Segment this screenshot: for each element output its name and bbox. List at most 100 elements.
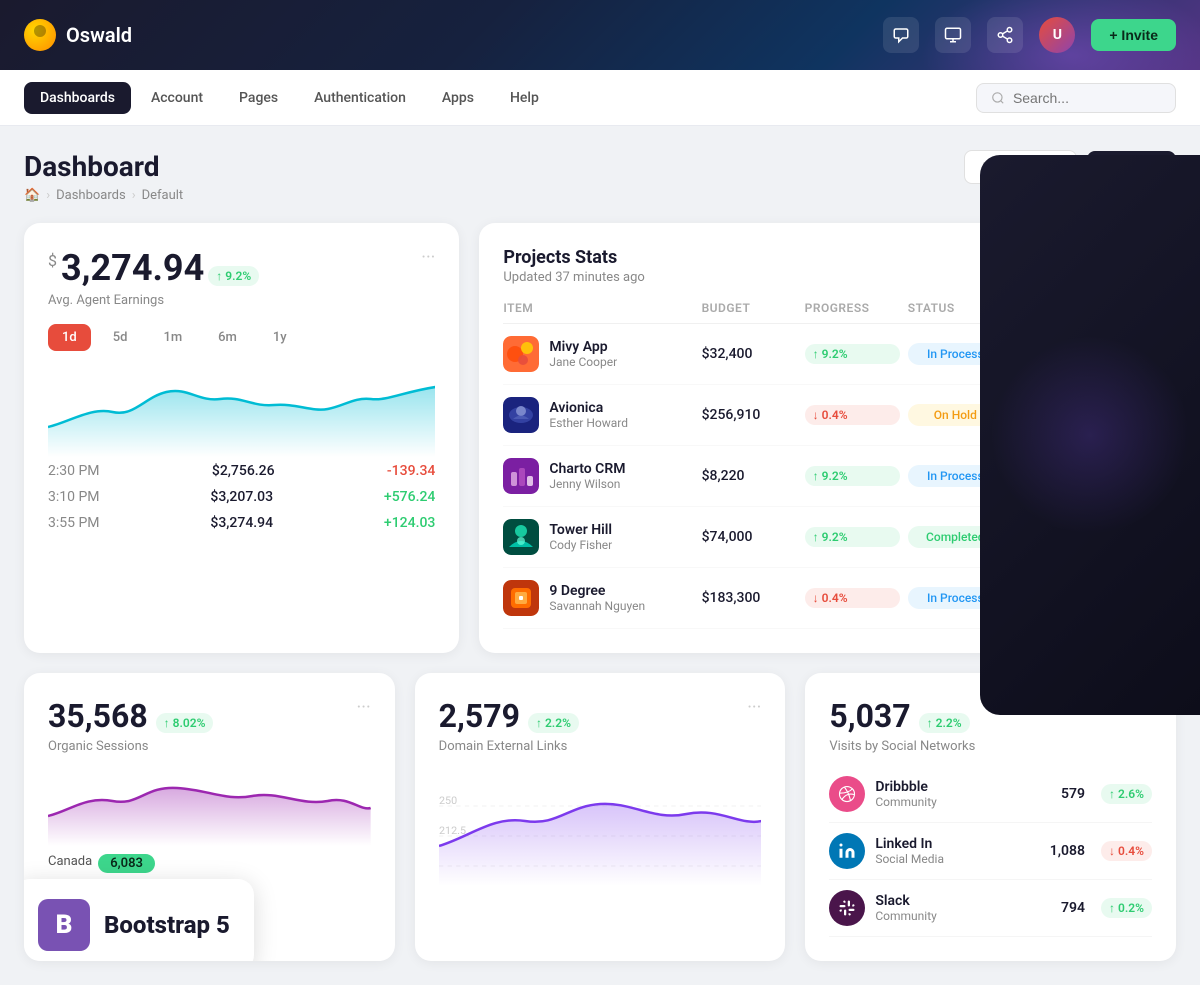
linkedin-info: Linked In Social Media — [875, 836, 944, 866]
slack-value: 794 — [1061, 900, 1085, 916]
project-icon-4 — [503, 580, 539, 616]
nav-pages[interactable]: Pages — [223, 82, 294, 114]
time-tab-1m[interactable]: 1m — [149, 324, 196, 351]
organic-sessions-header: 35,568 ↑ 8.02% ··· — [48, 697, 371, 735]
domain-links-value: 2,579 ↑ 2.2% — [439, 697, 579, 735]
project-info-1: Avionica Esther Howard — [503, 397, 693, 433]
social-item-linkedin: Linked In Social Media 1,088 ↓ 0.4% — [829, 823, 1152, 880]
user-avatar[interactable]: U — [1039, 17, 1075, 53]
row-value-0: $2,756.26 — [212, 463, 275, 479]
nav-account[interactable]: Account — [135, 82, 219, 114]
nav-icon-share[interactable] — [987, 17, 1023, 53]
search-box — [976, 83, 1176, 113]
bootstrap-text: Bootstrap 5 — [104, 911, 230, 939]
social-badge: ↑ 2.2% — [919, 713, 970, 733]
earnings-card: $ 3,274.94 ↑ 9.2% Avg. Agent Earnings ··… — [24, 223, 459, 653]
breadcrumb-default: Default — [142, 188, 184, 203]
time-tab-1d[interactable]: 1d — [48, 324, 91, 351]
nav-apps[interactable]: Apps — [426, 82, 490, 114]
earnings-amount: $ 3,274.94 ↑ 9.2% — [48, 247, 259, 289]
col-item: ITEM — [503, 301, 693, 315]
dribbble-value: 579 — [1061, 786, 1085, 802]
earnings-more-btn[interactable]: ··· — [421, 247, 435, 268]
breadcrumb: 🏠 › Dashboards › Default — [24, 188, 183, 203]
slack-badge: ↑ 0.2% — [1101, 898, 1152, 918]
project-names-1: Avionica Esther Howard — [549, 400, 628, 430]
project-info-4: 9 Degree Savannah Nguyen — [503, 580, 693, 616]
organic-sessions-label: Organic Sessions — [48, 739, 371, 754]
time-tab-1y[interactable]: 1y — [259, 324, 301, 351]
logo-area: Oswald — [24, 19, 132, 51]
time-tab-6m[interactable]: 6m — [204, 324, 251, 351]
project-names-2: Charto CRM Jenny Wilson — [549, 461, 625, 491]
svg-text:212.5: 212.5 — [439, 824, 466, 837]
projects-title-area: Projects Stats Updated 37 minutes ago — [503, 247, 644, 285]
organic-more-btn[interactable]: ··· — [357, 697, 371, 718]
organic-sessions-badge: ↑ 8.02% — [156, 713, 214, 733]
earnings-info: $ 3,274.94 ↑ 9.2% Avg. Agent Earnings — [48, 247, 259, 308]
row-change-2: +124.03 — [384, 515, 435, 531]
social-item-dribbble: Dribbble Community 579 ↑ 2.6% — [829, 766, 1152, 823]
project-icon-1 — [503, 397, 539, 433]
nav-icon-chat[interactable] — [883, 17, 919, 53]
nav-dashboards[interactable]: Dashboards — [24, 82, 131, 114]
bootstrap-overlay: B Bootstrap 5 — [24, 879, 254, 961]
bottom-cards-grid: 35,568 ↑ 8.02% ··· Organic Sessions — [24, 673, 1176, 961]
social-networks-value: 5,037 ↑ 2.2% — [829, 697, 969, 735]
earnings-chart — [48, 367, 435, 447]
dark-side-panel — [980, 155, 1200, 715]
currency-sign: $ — [48, 251, 57, 270]
row-time-0: 2:30 PM — [48, 463, 100, 479]
earnings-header: $ 3,274.94 ↑ 9.2% Avg. Agent Earnings ··… — [48, 247, 435, 308]
bootstrap-icon: B — [38, 899, 90, 951]
slack-info: Slack Community — [875, 893, 936, 923]
time-tab-5d[interactable]: 5d — [99, 324, 142, 351]
project-icon-3 — [503, 519, 539, 555]
logo-text: Oswald — [66, 23, 132, 47]
nav-help[interactable]: Help — [494, 82, 555, 114]
dribbble-icon — [829, 776, 865, 812]
data-row-2: 3:55 PM $3,274.94 +124.03 — [48, 515, 435, 531]
domain-links-header: 2,579 ↑ 2.2% ··· — [439, 697, 762, 735]
page-title-area: Dashboard 🏠 › Dashboards › Default — [24, 150, 183, 203]
social-networks-card: 5,037 ↑ 2.2% ··· Visits by Social Networ… — [805, 673, 1176, 961]
dribbble-info: Dribbble Community — [875, 779, 936, 809]
organic-sessions-value: 35,568 ↑ 8.02% — [48, 697, 213, 735]
nav-icon-monitor[interactable] — [935, 17, 971, 53]
breadcrumb-dashboards[interactable]: Dashboards — [56, 188, 126, 203]
nav-authentication[interactable]: Authentication — [298, 82, 422, 114]
col-progress: PROGRESS — [805, 301, 900, 315]
svg-text:250: 250 — [439, 794, 457, 807]
invite-button[interactable]: + Invite — [1091, 19, 1176, 51]
map-row: Canada 6,083 — [48, 854, 371, 873]
project-icon-2 — [503, 458, 539, 494]
linkedin-badge: ↓ 0.4% — [1101, 841, 1152, 861]
nav-right: U + Invite — [883, 17, 1176, 53]
project-info-0: Mivy App Jane Cooper — [503, 336, 693, 372]
row-time-2: 3:55 PM — [48, 515, 100, 531]
project-info-3: Tower Hill Cody Fisher — [503, 519, 693, 555]
secondary-nav: Dashboards Account Pages Authentication … — [0, 70, 1200, 126]
row-change-0: -139.34 — [387, 463, 435, 479]
organic-chart — [48, 766, 371, 846]
domain-more-btn[interactable]: ··· — [747, 697, 761, 718]
time-tabs: 1d 5d 1m 6m 1y — [48, 324, 435, 351]
domain-links-label: Domain External Links — [439, 739, 762, 754]
amount-value: 3,274.94 — [61, 247, 204, 289]
data-row-0: 2:30 PM $2,756.26 -139.34 — [48, 463, 435, 479]
earnings-label: Avg. Agent Earnings — [48, 293, 259, 308]
project-names-3: Tower Hill Cody Fisher — [549, 522, 612, 552]
map-value: 6,083 — [98, 854, 155, 873]
page-title: Dashboard — [24, 150, 183, 184]
projects-updated: Updated 37 minutes ago — [503, 270, 644, 285]
project-info-2: Charto CRM Jenny Wilson — [503, 458, 693, 494]
search-input[interactable] — [1013, 90, 1161, 106]
dribbble-badge: ↑ 2.6% — [1101, 784, 1152, 804]
row-time-1: 3:10 PM — [48, 489, 100, 505]
social-item-slack: Slack Community 794 ↑ 0.2% — [829, 880, 1152, 937]
search-icon — [991, 90, 1005, 106]
domain-links-badge: ↑ 2.2% — [528, 713, 579, 733]
data-rows: 2:30 PM $2,756.26 -139.34 3:10 PM $3,207… — [48, 463, 435, 531]
project-icon-0 — [503, 336, 539, 372]
organic-sessions-card: 35,568 ↑ 8.02% ··· Organic Sessions — [24, 673, 395, 961]
